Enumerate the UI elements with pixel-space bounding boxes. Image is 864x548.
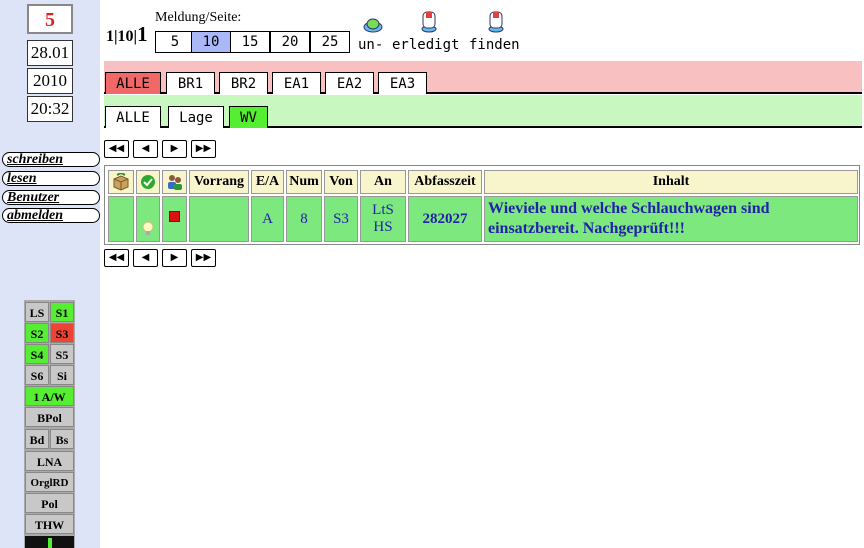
col-an-header: An <box>360 170 406 194</box>
station-bs[interactable]: Bs <box>50 429 74 449</box>
col-num-header: Num <box>286 170 322 194</box>
an-recipient-1: LtS <box>372 202 394 218</box>
tab-br1[interactable]: BR1 <box>166 72 215 94</box>
per-page-10-button[interactable]: 10 <box>191 31 231 53</box>
row-ea-cell: A <box>251 196 284 242</box>
station-s3[interactable]: S3 <box>50 323 74 343</box>
col-check-header <box>136 170 160 194</box>
per-page-25-button[interactable]: 25 <box>310 31 350 53</box>
erledigt-label[interactable]: erledigt <box>392 37 459 53</box>
date-display: 28.01 <box>27 40 73 66</box>
row-abfasszeit-cell: 282027 <box>408 196 482 242</box>
row-status-cell[interactable] <box>136 196 160 242</box>
per-page-label: Meldung/Seite: <box>155 10 242 25</box>
box-icon <box>113 171 129 191</box>
users-icon <box>167 175 182 190</box>
station-s1[interactable]: S1 <box>50 302 74 322</box>
col-ea-header: E/A <box>251 170 284 194</box>
row-inhalt-cell[interactable]: Wieviele und welche Schlauchwagen sind e… <box>484 196 858 242</box>
col-archive-header <box>108 170 134 194</box>
tab-alle-category[interactable]: ALLE <box>105 106 161 128</box>
station-s5[interactable]: S5 <box>50 344 74 364</box>
station-orglrd[interactable]: OrglRD <box>25 472 74 492</box>
station-s2[interactable]: S2 <box>25 323 49 343</box>
col-von-header: Von <box>324 170 358 194</box>
erledigt-filter-icon[interactable] <box>419 10 439 34</box>
tab-alle[interactable]: ALLE <box>105 72 161 94</box>
row-num-cell: 8 <box>286 196 322 242</box>
station-s4[interactable]: S4 <box>25 344 49 364</box>
station-bpol[interactable]: BPol <box>25 407 74 427</box>
col-vorrang-header: Vorrang <box>189 170 249 194</box>
category-tab-bar: ALLE Lage WV <box>104 95 862 128</box>
un-label[interactable]: un- <box>358 37 383 53</box>
station-aw[interactable]: 1 A/W <box>25 386 74 406</box>
row-an-cell: LtS HS <box>360 196 406 242</box>
tab-br2[interactable]: BR2 <box>219 72 268 94</box>
scroll-mark <box>48 538 52 548</box>
station-lna[interactable]: LNA <box>25 451 74 471</box>
year-display: 2010 <box>27 68 73 94</box>
station-thw[interactable]: THW <box>25 514 74 534</box>
row-archive-cell[interactable] <box>108 196 134 242</box>
tab-lage[interactable]: Lage <box>168 106 224 128</box>
red-square-icon <box>169 210 180 222</box>
per-page-15-button[interactable]: 15 <box>230 31 270 53</box>
station-ls[interactable]: LS <box>25 302 49 322</box>
station-status-panel: LS S1 S2 S3 S4 S5 S6 Si 1 A/W BPol Bd Bs… <box>24 300 75 548</box>
per-page-5-button[interactable]: 5 <box>155 31 195 53</box>
unerledigt-filter-icon[interactable] <box>362 14 384 34</box>
next-page-button[interactable]: ▶ <box>162 140 187 158</box>
scroll-indicator <box>25 536 74 548</box>
check-icon <box>141 175 155 189</box>
schreiben-button[interactable]: schreiben <box>2 152 100 167</box>
col-inhalt-header: Inhalt <box>484 170 858 194</box>
station-bd[interactable]: Bd <box>25 429 49 449</box>
finden-label[interactable]: finden <box>469 37 520 53</box>
tab-ea1[interactable]: EA1 <box>272 72 321 94</box>
counter-current: 1 <box>106 28 114 45</box>
page-counter: 1|10|1 <box>106 22 148 47</box>
sidebar: 5 28.01 2010 20:32 schreiben lesen Benut… <box>0 0 100 548</box>
benutzer-button[interactable]: Benutzer <box>2 190 100 205</box>
lesen-button[interactable]: lesen <box>2 171 100 186</box>
message-table: Vorrang E/A Num Von An Abfasszeit Inhalt… <box>104 165 860 245</box>
finden-filter-icon[interactable] <box>486 10 506 34</box>
prev-page-button[interactable]: ◀ <box>133 140 158 158</box>
an-recipient-2: HS <box>373 219 393 235</box>
tab-ea2[interactable]: EA2 <box>325 72 374 94</box>
abmelden-button[interactable]: abmelden <box>2 208 100 223</box>
tab-ea3[interactable]: EA3 <box>378 72 427 94</box>
per-page-20-button[interactable]: 20 <box>270 31 310 53</box>
prev-page-button-bottom[interactable]: ◀ <box>133 249 158 267</box>
station-s6[interactable]: S6 <box>25 365 49 385</box>
time-display: 20:32 <box>27 96 73 122</box>
station-pol[interactable]: Pol <box>25 493 74 513</box>
row-vorrang-cell <box>189 196 249 242</box>
col-users-header <box>162 170 187 194</box>
station-si[interactable]: Si <box>50 365 74 385</box>
row-von-cell: S3 <box>324 196 358 242</box>
lightbulb-icon <box>142 221 154 235</box>
group-tab-bar: ALLE BR1 BR2 EA1 EA2 EA3 <box>104 61 862 94</box>
next-page-button-bottom[interactable]: ▶ <box>162 249 187 267</box>
first-page-button-bottom[interactable]: ◀◀ <box>104 249 129 267</box>
row-user-cell[interactable] <box>162 196 187 242</box>
counter-total: 1 <box>137 22 148 46</box>
message-number: 5 <box>27 4 73 34</box>
col-abfasszeit-header: Abfasszeit <box>408 170 482 194</box>
last-page-button[interactable]: ▶▶ <box>191 140 216 158</box>
last-page-button-bottom[interactable]: ▶▶ <box>191 249 216 267</box>
counter-per-page: 10 <box>117 28 134 45</box>
tab-wv[interactable]: WV <box>229 106 268 128</box>
first-page-button[interactable]: ◀◀ <box>104 140 129 158</box>
